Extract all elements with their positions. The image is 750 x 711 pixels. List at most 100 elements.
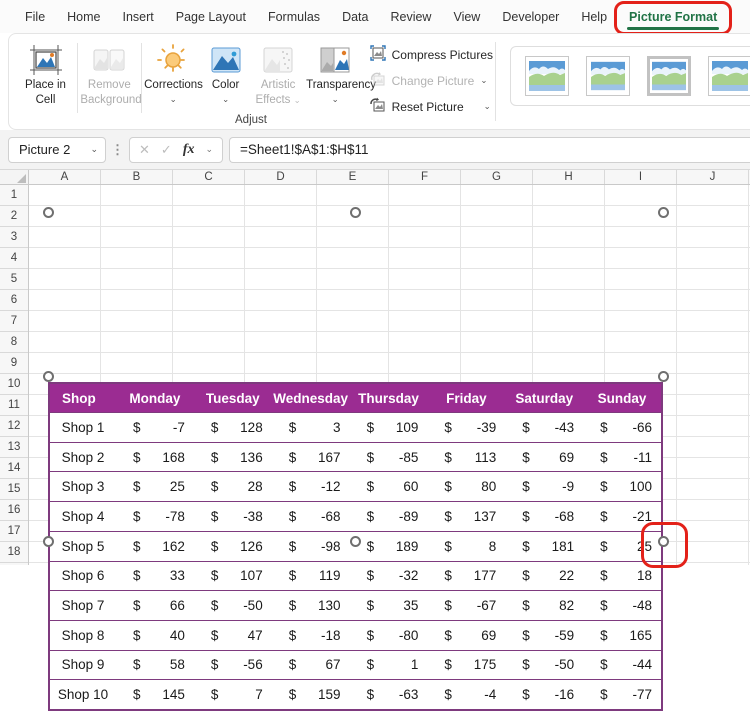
cell-value: -48 bbox=[632, 598, 652, 613]
tab-file[interactable]: File bbox=[14, 0, 56, 33]
row-header-17[interactable]: 17 bbox=[0, 521, 28, 542]
chevron-down-icon[interactable]: ⌄ bbox=[205, 144, 213, 155]
tab-review[interactable]: Review bbox=[379, 0, 442, 33]
formula-bar-resize-handle[interactable]: ⋮ bbox=[111, 142, 124, 158]
row-header-14[interactable]: 14 bbox=[0, 458, 28, 479]
cell-value: -50 bbox=[555, 657, 575, 672]
resize-handle-top-right[interactable] bbox=[658, 207, 669, 218]
cell-value: 66 bbox=[170, 598, 185, 613]
cell-value: -44 bbox=[632, 657, 652, 672]
currency-symbol: $ bbox=[133, 687, 141, 702]
column-header-J[interactable]: J bbox=[677, 170, 749, 184]
tab-help[interactable]: Help bbox=[570, 0, 618, 33]
resize-handle-middle-left[interactable] bbox=[43, 371, 54, 382]
insert-function-icon[interactable]: fx bbox=[183, 142, 195, 158]
row-header-4[interactable]: 4 bbox=[0, 248, 28, 269]
cell-value: 80 bbox=[481, 479, 496, 494]
table-cell: $-39 bbox=[427, 420, 505, 435]
resize-handle-top-left[interactable] bbox=[43, 207, 54, 218]
resize-handle-bottom-center[interactable] bbox=[350, 536, 361, 547]
resize-handle-middle-right[interactable] bbox=[658, 371, 669, 382]
row-header-6[interactable]: 6 bbox=[0, 290, 28, 311]
chevron-down-icon[interactable]: ⌄ bbox=[90, 144, 98, 155]
tab-view[interactable]: View bbox=[442, 0, 491, 33]
currency-symbol: $ bbox=[133, 479, 141, 494]
cell-value: -39 bbox=[477, 420, 497, 435]
formula-input[interactable]: =Sheet1!$A$1:$H$11 bbox=[229, 137, 750, 163]
currency-symbol: $ bbox=[211, 687, 219, 702]
tab-data[interactable]: Data bbox=[331, 0, 379, 33]
row-header-18[interactable]: 18 bbox=[0, 542, 28, 563]
tab-page-layout[interactable]: Page Layout bbox=[165, 0, 257, 33]
column-header-C[interactable]: C bbox=[173, 170, 245, 184]
column-header-B[interactable]: B bbox=[101, 170, 173, 184]
cell-value: 107 bbox=[240, 568, 263, 583]
table-cell: $145 bbox=[116, 687, 194, 702]
picture-2-table-image[interactable]: ShopMondayTuesdayWednesdayThursdayFriday… bbox=[48, 382, 663, 711]
cancel-icon[interactable]: ✕ bbox=[139, 142, 150, 158]
cell-value: 167 bbox=[318, 450, 341, 465]
compress-pictures-button[interactable]: Compress Pictures bbox=[370, 43, 493, 66]
table-cell: $162 bbox=[116, 539, 194, 554]
cell-value: 22 bbox=[559, 568, 574, 583]
table-cell: $165 bbox=[583, 628, 661, 643]
column-header-I[interactable]: I bbox=[605, 170, 677, 184]
row-header-5[interactable]: 5 bbox=[0, 269, 28, 290]
row-header-1[interactable]: 1 bbox=[0, 185, 28, 206]
cell-value: 1 bbox=[411, 657, 419, 672]
column-header-F[interactable]: F bbox=[389, 170, 461, 184]
table-cell: $28 bbox=[194, 479, 272, 494]
row-header-8[interactable]: 8 bbox=[0, 332, 28, 353]
cell-value: 175 bbox=[474, 657, 497, 672]
table-cell: $-66 bbox=[583, 420, 661, 435]
column-header-H[interactable]: H bbox=[533, 170, 605, 184]
name-box[interactable]: Picture 2 ⌄ bbox=[8, 137, 106, 163]
currency-symbol: $ bbox=[600, 687, 608, 702]
tab-picture-format[interactable]: Picture Format bbox=[618, 0, 728, 33]
table-cell: $175 bbox=[427, 657, 505, 672]
tab-home[interactable]: Home bbox=[56, 0, 111, 33]
column-header-D[interactable]: D bbox=[245, 170, 317, 184]
tab-insert[interactable]: Insert bbox=[112, 0, 165, 33]
currency-symbol: $ bbox=[522, 628, 530, 643]
select-all-corner[interactable] bbox=[0, 170, 29, 184]
table-cell: $80 bbox=[427, 479, 505, 494]
picture-style-white-frame[interactable] bbox=[586, 56, 630, 96]
currency-symbol: $ bbox=[211, 509, 219, 524]
row-header-12[interactable]: 12 bbox=[0, 416, 28, 437]
picture-style-simple-frame[interactable] bbox=[525, 56, 569, 96]
row-header-9[interactable]: 9 bbox=[0, 353, 28, 374]
artistic-effects-label: Artistic Effects ⌄ bbox=[255, 78, 302, 108]
cell-value: -7 bbox=[173, 420, 185, 435]
row-header-13[interactable]: 13 bbox=[0, 437, 28, 458]
row-header-16[interactable]: 16 bbox=[0, 500, 28, 521]
resize-handle-bottom-left[interactable] bbox=[43, 536, 54, 547]
row-header-3[interactable]: 3 bbox=[0, 227, 28, 248]
row-header-10[interactable]: 10 bbox=[0, 374, 28, 395]
enter-icon[interactable]: ✓ bbox=[161, 142, 172, 158]
currency-symbol: $ bbox=[367, 657, 375, 672]
cell-value: -98 bbox=[321, 539, 341, 554]
row-header-11[interactable]: 11 bbox=[0, 395, 28, 416]
column-header-G[interactable]: G bbox=[461, 170, 533, 184]
table-cell: $67 bbox=[272, 657, 350, 672]
column-header-E[interactable]: E bbox=[317, 170, 389, 184]
row-header-15[interactable]: 15 bbox=[0, 479, 28, 500]
cell-value: 136 bbox=[240, 450, 263, 465]
row-header-2[interactable]: 2 bbox=[0, 206, 28, 227]
resize-handle-bottom-right[interactable] bbox=[658, 536, 669, 547]
resize-handle-top-center[interactable] bbox=[350, 207, 361, 218]
picture-style-drop-shadow[interactable] bbox=[708, 56, 750, 96]
row-header-7[interactable]: 7 bbox=[0, 311, 28, 332]
change-picture-button[interactable]: Change Picture ⌄ bbox=[370, 69, 493, 92]
cell-value: 60 bbox=[403, 479, 418, 494]
tab-developer[interactable]: Developer bbox=[491, 0, 570, 33]
tab-formulas[interactable]: Formulas bbox=[257, 0, 331, 33]
cell-value: 168 bbox=[162, 450, 185, 465]
picture-style-metal-frame[interactable] bbox=[647, 56, 691, 96]
currency-symbol: $ bbox=[444, 539, 452, 554]
table-cell: $8 bbox=[427, 539, 505, 554]
cell-value: -56 bbox=[243, 657, 263, 672]
column-header-A[interactable]: A bbox=[29, 170, 101, 184]
cell-value: 25 bbox=[170, 479, 185, 494]
